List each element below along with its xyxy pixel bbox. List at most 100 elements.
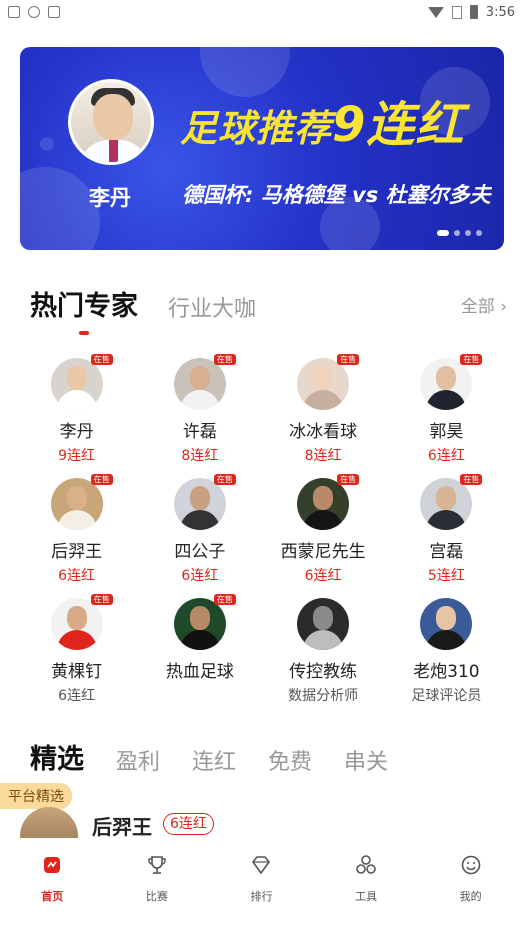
view-all-link[interactable]: 全部 ›: [461, 292, 507, 317]
font-notification-icon: [48, 6, 60, 18]
expert-item[interactable]: 在售 李丹 9连红: [15, 354, 138, 468]
expert-name: 四公子: [174, 542, 226, 562]
nav-profile[interactable]: 我的: [418, 838, 523, 931]
expert-name: 黄棵钉: [51, 662, 103, 682]
banner-pagination: [437, 230, 482, 236]
expert-item[interactable]: 在售 郭昊 6连红: [385, 354, 508, 468]
expert-avatar[interactable]: [173, 478, 226, 530]
status-bar: 3:56: [0, 0, 523, 24]
expert-avatar-wrap: 在售: [173, 474, 236, 530]
expert-avatar[interactable]: [297, 358, 350, 410]
promo-banner[interactable]: 李丹 足球推荐9连红 德国杯: 马格德堡 vs 杜塞尔多夫: [20, 47, 504, 250]
expert-item[interactable]: 在售后羿王 6连红: [15, 474, 138, 588]
expert-item[interactable]: 在售许磊 8连红: [138, 354, 261, 468]
expert-name: 西蒙尼先生: [280, 542, 366, 562]
expert-item[interactable]: 在售 西蒙尼先生 6连红: [262, 474, 385, 588]
on-sale-badge: 在售: [213, 594, 236, 605]
expert-avatar[interactable]: [297, 598, 350, 650]
diamond-icon: [250, 854, 272, 876]
banner-title-highlight: 9连红: [332, 97, 465, 153]
nav-tools[interactable]: 工具: [314, 838, 419, 931]
platform-pick-badge: 平台精选: [0, 783, 72, 809]
banner-dot[interactable]: [465, 230, 471, 236]
expert-avatar[interactable]: [50, 598, 103, 650]
expert-name: 传控教练: [289, 662, 358, 682]
nav-ranking[interactable]: 排行: [209, 838, 314, 931]
tools-icon: [355, 854, 377, 876]
expert-item[interactable]: 在售 四公子 6连红: [138, 474, 261, 588]
nav-home[interactable]: 首页: [0, 838, 105, 931]
expert-name: 许磊: [182, 422, 217, 442]
expert-subtitle: 8连红: [181, 448, 219, 464]
on-sale-badge: 在售: [337, 474, 360, 485]
banner-dot[interactable]: [454, 230, 460, 236]
on-sale-badge: 在售: [213, 474, 236, 485]
expert-name: 郭昊: [429, 422, 464, 442]
banner-dot[interactable]: [437, 230, 449, 236]
battery-icon: [469, 5, 478, 19]
expert-tabs: 热门专家 行业大咖: [30, 284, 286, 323]
tab-featured[interactable]: 精选: [30, 737, 84, 776]
expert-item[interactable]: 在售宫磊 5连红: [385, 474, 508, 588]
expert-grid: 在售 李丹 9连红 在售 许磊 8连红 在售 冰冰看球 8连红 在售 郭昊 6连红 在售 后羿王 6连红 在售…: [15, 354, 508, 708]
expert-item[interactable]: 在售 热血足球: [138, 594, 261, 708]
nav-ranking-label: 排行: [250, 890, 273, 903]
expert-item[interactable]: 传控教练 数据分析师: [262, 598, 385, 708]
banner-person-name: 李丹: [89, 186, 131, 210]
on-sale-badge: 在售: [337, 354, 360, 365]
banner-avatar: [68, 79, 154, 165]
recommendation-card[interactable]: 平台精选 后羿王 6连红: [0, 783, 523, 865]
expert-subtitle: 6连红: [58, 688, 96, 704]
tab-hot-experts[interactable]: 热门专家: [30, 284, 138, 323]
expert-avatar[interactable]: [50, 478, 103, 530]
on-sale-badge: 在售: [460, 354, 483, 365]
nav-matches[interactable]: 比赛: [105, 838, 210, 931]
expert-avatar[interactable]: [420, 358, 473, 410]
expert-item[interactable]: 老炮310 足球评论员: [385, 598, 508, 708]
expert-avatar-wrap: 在售: [297, 354, 360, 410]
tab-industry-experts[interactable]: 行业大咖: [168, 291, 256, 323]
on-sale-badge: 在售: [90, 354, 113, 365]
card-expert-name[interactable]: 后羿王: [92, 811, 152, 840]
expert-avatar[interactable]: [173, 598, 226, 650]
expert-avatar-wrap: 在售: [50, 354, 113, 410]
expert-avatar-wrap: 在售: [173, 594, 236, 650]
expert-avatar-wrap: 在售: [50, 474, 113, 530]
tab-profit[interactable]: 盈利: [116, 744, 160, 776]
expert-subtitle: 6连红: [58, 568, 96, 584]
expert-item[interactable]: 在售黄棵钉 6连红: [15, 594, 138, 708]
expert-avatar[interactable]: [50, 358, 103, 410]
expert-avatar-wrap: [420, 598, 473, 650]
expert-avatar-wrap: 在售: [50, 594, 113, 650]
trophy-icon: [146, 854, 168, 876]
expert-subtitle: 5连红: [427, 568, 465, 584]
nav-matches-label: 比赛: [145, 890, 168, 903]
expert-item[interactable]: 在售 冰冰看球 8连红: [262, 354, 385, 468]
expert-subtitle: 足球评论员: [411, 688, 482, 704]
banner-title: 足球推荐9连红: [180, 85, 464, 155]
tab-free[interactable]: 免费: [268, 744, 312, 776]
expert-avatar-wrap: 在售: [420, 474, 483, 530]
streak-badge: 6连红: [163, 813, 214, 835]
expert-avatar-wrap: 在售: [420, 354, 483, 410]
expert-avatar-wrap: 在售: [173, 354, 236, 410]
expert-avatar[interactable]: [420, 478, 473, 530]
banner-title-prefix: 足球推荐: [180, 107, 332, 150]
tab-streak[interactable]: 连红: [192, 744, 236, 776]
app-notification-icon: [8, 6, 20, 18]
expert-name: 宫磊: [429, 542, 464, 562]
nav-home-label: 首页: [41, 890, 64, 903]
expert-avatar[interactable]: [173, 358, 226, 410]
home-chart-icon: [41, 854, 63, 876]
banner-dot[interactable]: [476, 230, 482, 236]
tab-parlay[interactable]: 串关: [344, 744, 388, 776]
expert-subtitle: 数据分析师: [288, 688, 359, 704]
expert-avatar[interactable]: [297, 478, 350, 530]
no-sim-icon: [451, 5, 462, 19]
banner-subtitle: 德国杯: 马格德堡 vs 杜塞尔多夫: [182, 183, 491, 207]
expert-subtitle: 8连红: [304, 448, 342, 464]
expert-avatar[interactable]: [420, 598, 473, 650]
smiley-icon: [460, 854, 482, 876]
expert-name: 后羿王: [51, 542, 103, 562]
on-sale-badge: 在售: [213, 354, 236, 365]
